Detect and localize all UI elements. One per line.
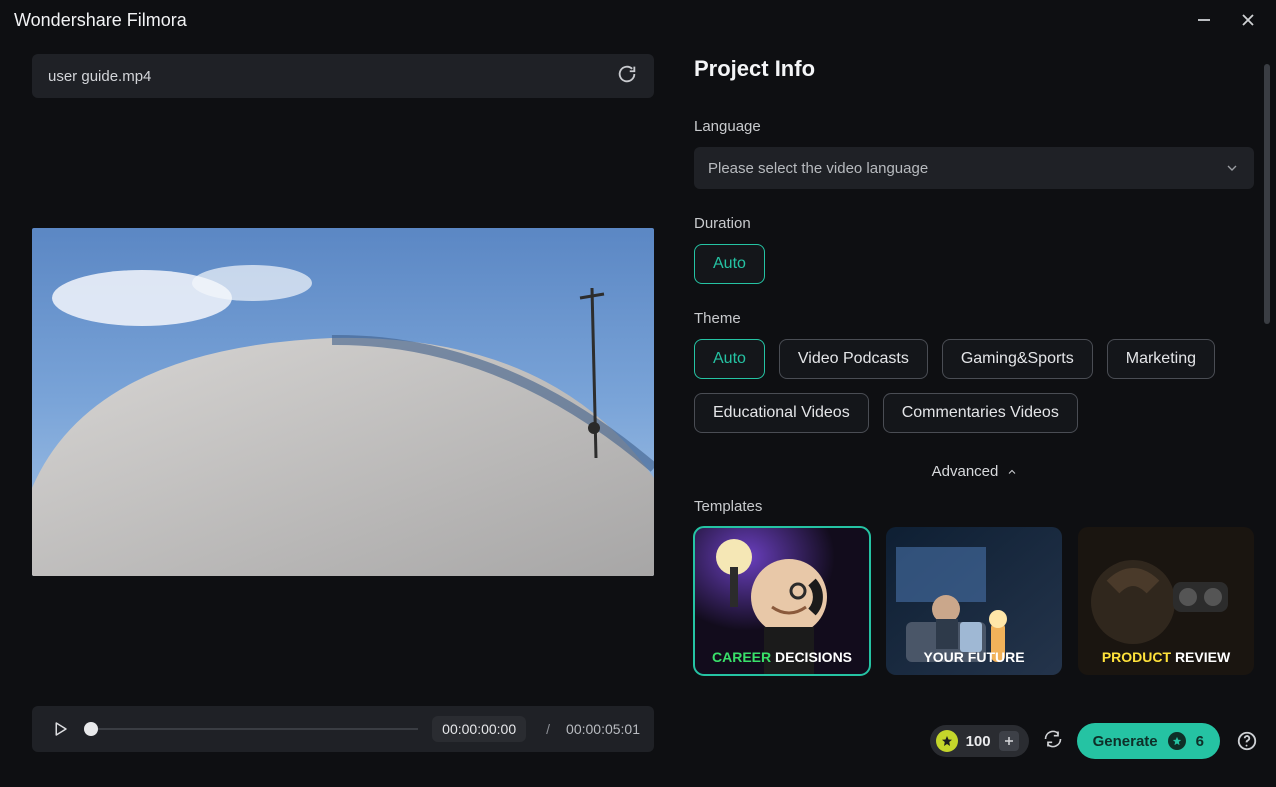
language-select[interactable]: Please select the video language — [694, 147, 1254, 189]
advanced-toggle[interactable]: Advanced — [694, 463, 1256, 480]
credits-pill: 100 — [930, 725, 1029, 757]
template-caption: CAREER DECISIONS — [694, 649, 870, 665]
plus-icon — [1003, 735, 1015, 747]
template-card[interactable]: PRODUCT REVIEW — [1078, 527, 1254, 675]
generate-cost: 6 — [1196, 733, 1204, 750]
panel-heading: Project Info — [694, 40, 1256, 104]
app-title: Wondershare Filmora — [14, 10, 187, 31]
duration-options: Auto — [694, 244, 1256, 284]
generate-label: Generate — [1093, 733, 1158, 750]
template-card[interactable]: YOUR FUTURE — [886, 527, 1062, 675]
time-total: 00:00:05:01 — [566, 721, 640, 737]
seek-knob[interactable] — [84, 722, 98, 736]
refresh-button[interactable] — [1043, 729, 1063, 754]
player-bar: 00:00:00:00 / 00:00:05:01 — [32, 706, 654, 752]
theme-chip[interactable]: Auto — [694, 339, 765, 379]
theme-label: Theme — [694, 310, 1256, 327]
theme-chip[interactable]: Marketing — [1107, 339, 1215, 379]
reload-button[interactable] — [616, 63, 638, 90]
help-button[interactable] — [1234, 728, 1260, 754]
theme-chip[interactable]: Commentaries Videos — [883, 393, 1078, 433]
bottom-bar: 100 Generate 6 — [930, 723, 1260, 759]
language-label: Language — [694, 118, 1256, 135]
reload-icon — [616, 63, 638, 85]
play-icon — [51, 720, 69, 738]
close-button[interactable] — [1230, 6, 1266, 34]
close-icon — [1241, 13, 1255, 27]
file-name: user guide.mp4 — [48, 68, 151, 85]
app-root: Wondershare Filmora user guide.mp4 — [0, 0, 1276, 787]
preview-image — [32, 228, 654, 576]
minimize-button[interactable] — [1186, 6, 1222, 34]
video-preview[interactable] — [32, 228, 654, 576]
template-caption: PRODUCT REVIEW — [1078, 649, 1254, 665]
file-bar: user guide.mp4 — [32, 54, 654, 98]
theme-chip[interactable]: Gaming&Sports — [942, 339, 1093, 379]
credits-icon — [936, 730, 958, 752]
theme-options: Auto Video Podcasts Gaming&Sports Marketing… — [694, 339, 1254, 433]
duration-label: Duration — [694, 215, 1256, 232]
template-caption: YOUR FUTURE — [886, 649, 1062, 665]
time-current: 00:00:00:00 — [432, 716, 526, 742]
theme-chip[interactable]: Educational Videos — [694, 393, 869, 433]
play-button[interactable] — [46, 715, 74, 743]
refresh-icon — [1043, 729, 1063, 749]
duration-chip-auto[interactable]: Auto — [694, 244, 765, 284]
templates-label: Templates — [694, 498, 1256, 515]
template-card[interactable]: CAREER DECISIONS — [694, 527, 870, 675]
theme-chip[interactable]: Video Podcasts — [779, 339, 928, 379]
window-controls — [1186, 6, 1266, 34]
add-credits-button[interactable] — [999, 731, 1019, 751]
chevron-down-icon — [1224, 160, 1240, 176]
preview-panel: user guide.mp4 — [32, 40, 654, 760]
seek-track — [88, 728, 418, 730]
generate-button[interactable]: Generate 6 — [1077, 723, 1220, 759]
time-separator: / — [540, 721, 552, 737]
templates-row: CAREER DECISIONS YOUR FUTURE PRODUCT REVI… — [694, 527, 1256, 675]
title-bar: Wondershare Filmora — [0, 0, 1276, 40]
scrollbar[interactable] — [1264, 64, 1270, 324]
project-info-panel: Project Info Language Please select the … — [654, 40, 1276, 760]
minimize-icon — [1197, 13, 1211, 27]
help-icon — [1236, 730, 1258, 752]
advanced-label: Advanced — [932, 463, 999, 480]
cost-icon — [1168, 732, 1186, 750]
main-area: user guide.mp4 — [0, 40, 1276, 760]
language-placeholder: Please select the video language — [708, 160, 928, 177]
chevron-up-icon — [1006, 466, 1018, 478]
credits-value: 100 — [966, 733, 991, 750]
seek-slider[interactable] — [88, 719, 418, 739]
